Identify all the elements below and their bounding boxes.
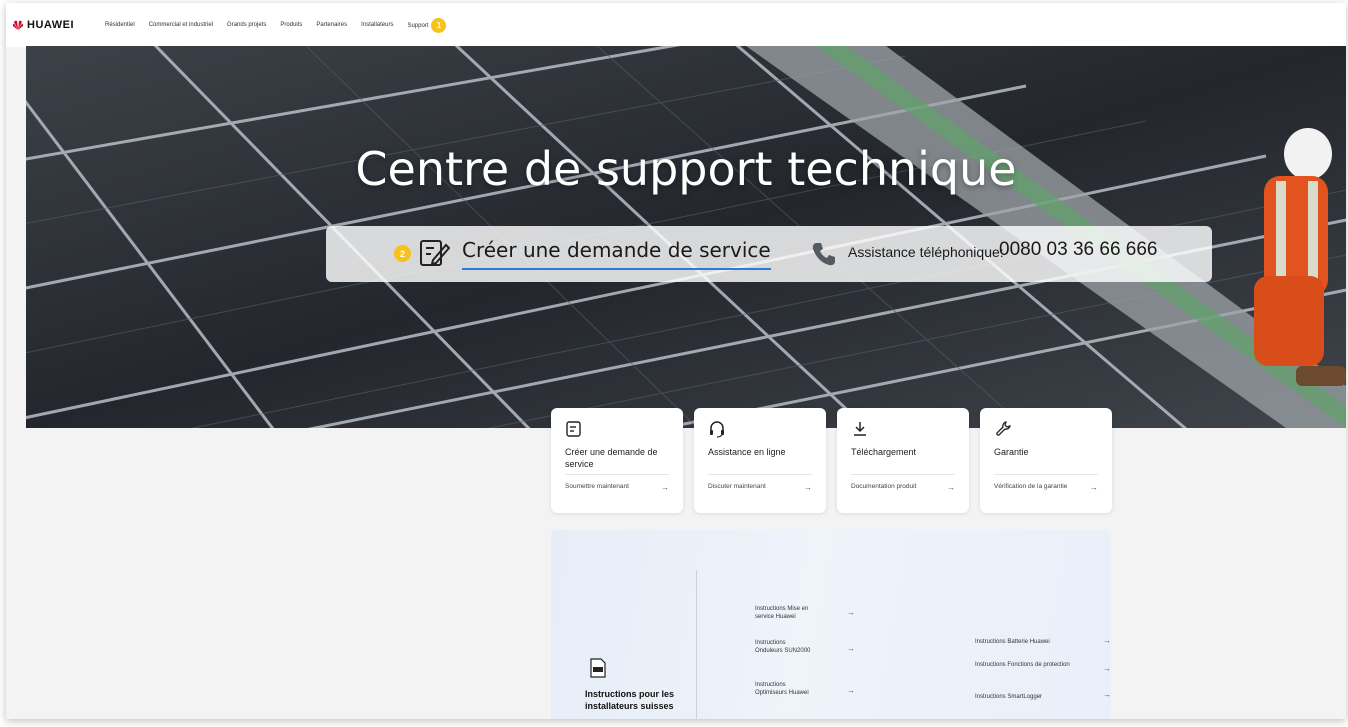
card-action-label: Soumettre maintenant xyxy=(565,483,629,490)
arrow-right-icon: → xyxy=(661,483,669,492)
step-badge-2: 2 xyxy=(394,245,411,262)
edit-document-icon xyxy=(566,421,581,437)
arrow-right-icon[interactable]: → xyxy=(1103,690,1111,699)
nav-item-residentiel[interactable]: Résidentiel xyxy=(105,22,135,28)
arrow-right-icon[interactable]: → xyxy=(1103,636,1111,645)
pdf-file-icon xyxy=(590,658,606,678)
nav-item-partenaires[interactable]: Partenaires xyxy=(316,22,347,28)
page-title: Centre de support technique xyxy=(355,142,1017,196)
create-service-request-link[interactable]: Créer une demande de service xyxy=(462,238,771,270)
card-divider xyxy=(708,474,812,475)
card-action[interactable]: Documentation produit → xyxy=(851,483,955,492)
card-divider xyxy=(994,474,1098,475)
nav-item-commercial[interactable]: Commercial et industriel xyxy=(149,22,213,28)
card-action-label: Documentation produit xyxy=(851,483,917,490)
arrow-right-icon[interactable]: → xyxy=(847,686,855,695)
main-menu: Résidentiel Commercial et industriel Gra… xyxy=(105,17,447,33)
card-warranty[interactable]: Garantie Vérification de la garantie → xyxy=(980,408,1112,513)
swiss-installers-panel: Instructions pour les installateurs suis… xyxy=(551,530,1111,719)
card-title: Téléchargement xyxy=(851,447,917,457)
instruction-link[interactable]: Instructions SmartLogger xyxy=(975,693,1095,701)
panel-divider xyxy=(696,570,697,719)
card-action[interactable]: Discuter maintenant → xyxy=(708,483,812,492)
card-action-label: Discuter maintenant xyxy=(708,483,766,490)
card-online-assistance[interactable]: Assistance en ligne Discuter maintenant → xyxy=(694,408,826,513)
download-icon xyxy=(854,422,866,436)
card-title: Créer une demande de service xyxy=(565,447,658,469)
arrow-right-icon: → xyxy=(947,483,955,492)
phone-support-label: Assistance téléphonique: xyxy=(848,244,1004,260)
top-navigation: HUAWEI Résidentiel Commercial et industr… xyxy=(6,3,1346,47)
card-title: Garantie xyxy=(994,447,1029,457)
nav-item-support[interactable]: Support 1 xyxy=(407,17,447,33)
browser-viewport: HUAWEI Résidentiel Commercial et industr… xyxy=(6,3,1346,719)
hero-banner: Centre de support technique 2 Créer une … xyxy=(26,46,1346,428)
panel-title: Instructions pour les installateurs suis… xyxy=(585,689,675,711)
nav-item-grands-projets[interactable]: Grands projets xyxy=(227,22,266,28)
instruction-link[interactable]: Instructions Fonctions de protection xyxy=(975,661,1075,669)
arrow-right-icon: → xyxy=(804,483,812,492)
arrow-right-icon[interactable]: → xyxy=(847,644,855,653)
card-divider xyxy=(851,474,955,475)
card-download[interactable]: Téléchargement Documentation produit → xyxy=(837,408,969,513)
headset-icon xyxy=(710,421,724,438)
card-action[interactable]: Soumettre maintenant → xyxy=(565,483,669,492)
huawei-flower-icon xyxy=(12,20,24,30)
arrow-right-icon: → xyxy=(1090,483,1098,492)
instruction-link[interactable]: Instructions Mise en service Huawei xyxy=(755,605,825,621)
wrench-icon xyxy=(996,421,1011,436)
arrow-right-icon[interactable]: → xyxy=(1103,664,1111,673)
phone-support-number[interactable]: 0080 03 36 66 666 xyxy=(999,239,1158,261)
brand-name: HUAWEI xyxy=(27,19,74,31)
card-divider xyxy=(565,474,669,475)
arrow-right-icon[interactable]: → xyxy=(847,608,855,617)
card-title: Assistance en ligne xyxy=(708,447,786,457)
card-service-request[interactable]: Créer une demande de service Soumettre m… xyxy=(551,408,683,513)
step-badge-1: 1 xyxy=(431,17,447,33)
nav-item-installateurs[interactable]: Installateurs xyxy=(361,22,393,28)
phone-icon xyxy=(812,243,835,266)
instruction-link[interactable]: Instructions Optimiseurs Huawei xyxy=(755,681,815,697)
card-action-label: Vérification de la garantie xyxy=(994,483,1068,490)
edit-document-icon[interactable] xyxy=(418,236,450,268)
card-action[interactable]: Vérification de la garantie → xyxy=(994,483,1098,492)
instruction-link[interactable]: Instructions Batterie Huawei xyxy=(975,638,1095,646)
instruction-link[interactable]: Instructions Onduleurs SUN2000 xyxy=(755,639,815,655)
nav-item-support-label: Support xyxy=(407,22,429,29)
huawei-logo[interactable]: HUAWEI xyxy=(12,19,74,31)
nav-item-produits[interactable]: Produits xyxy=(280,22,302,28)
